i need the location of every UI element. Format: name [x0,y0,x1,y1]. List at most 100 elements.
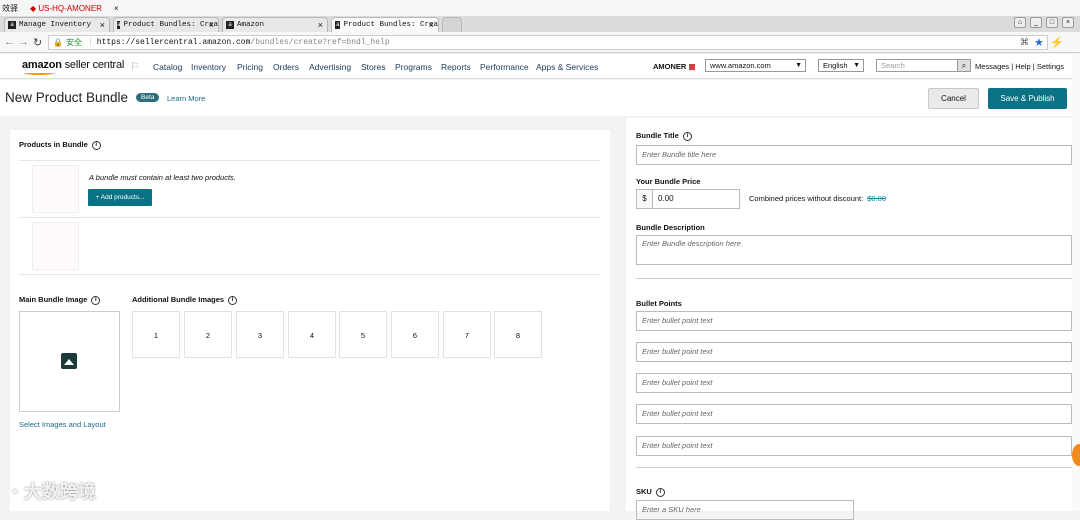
image-slot-2[interactable]: 2 [184,311,232,358]
close-icon[interactable]: × [209,20,214,30]
flag-icon[interactable]: ⚐ [130,60,140,73]
bullet-point-input-1[interactable]: Enter bullet point text [636,311,1072,331]
nav-orders[interactable]: Orders [273,62,299,72]
combined-price: Combined prices without discount: $0.00 [749,194,886,203]
image-slot-5[interactable]: 5 [339,311,387,358]
info-icon[interactable]: i [91,295,101,305]
placeholder: Enter bullet point text [642,378,713,387]
product-thumbnail [32,165,79,213]
bundle-title-input[interactable]: Enter Bundle title here [636,145,1072,165]
browser-tab[interactable]: a Amazon × [222,17,328,32]
sku-input[interactable]: Enter a SKU here [636,500,854,520]
placeholder: Enter a SKU here [642,505,701,514]
nav-advertising[interactable]: Advertising [309,62,351,72]
bullet-point-input-5[interactable]: Enter bullet point text [636,436,1072,456]
image-slot-4[interactable]: 4 [288,311,336,358]
back-icon[interactable]: ← [4,36,15,48]
nav-stores[interactable]: Stores [361,62,386,72]
page-title: New Product Bundle [5,90,129,105]
chat-widget-icon[interactable] [1072,444,1080,466]
placeholder: Enter bullet point text [642,316,713,325]
products-in-bundle-label: Products in Bundle i [19,140,101,150]
nav-pricing[interactable]: Pricing [237,62,263,72]
extension-icon[interactable]: ⚡ [1050,36,1064,49]
restore-icon[interactable]: □ [1046,17,1058,28]
bullet-point-input-3[interactable]: Enter bullet point text [636,373,1072,393]
label-text: SKU [636,487,652,496]
browser-tab[interactable]: a Product Bundles: Crea × [113,17,219,32]
image-slot-7[interactable]: 7 [443,311,491,358]
label-text: Bundle Title [636,131,679,140]
add-products-button[interactable]: + Add products... [88,189,152,206]
placeholder: Enter bullet point text [642,409,713,418]
bundle-details-panel: Bundle Title i Enter Bundle title here Yo… [626,118,1080,520]
lock-icon: 🔒 [53,38,63,48]
bookmark-item[interactable]: 效驿 [2,3,18,14]
marketplace-value: www.amazon.com [710,61,771,70]
forward-icon[interactable]: → [18,36,29,48]
main-bundle-image-label: Main Bundle Image i [19,295,101,305]
marketplace-select[interactable]: www.amazon.com ▼ [705,59,806,72]
placeholder: Enter bullet point text [642,441,713,450]
browser-tab-active[interactable]: a Product Bundles: Crea × [331,17,439,32]
new-tab-button[interactable] [442,17,462,32]
nav-catalog[interactable]: Catalog [153,62,182,72]
divider [19,217,600,218]
bullet-point-input-4[interactable]: Enter bullet point text [636,404,1072,424]
close-icon[interactable]: × [318,20,323,30]
store-label: AMONER [653,62,687,71]
close-icon[interactable]: × [100,20,105,30]
bundle-price-input[interactable]: 0.00 [652,189,740,209]
bundle-title-label: Bundle Title i [636,131,692,141]
url-host: https://sellercentral.amazon.com [96,38,251,47]
cancel-button[interactable]: Cancel [928,88,979,109]
browser-tab[interactable]: a Manage Inventory × [4,17,110,32]
nav-performance[interactable]: Performance [480,62,529,72]
close-icon[interactable]: × [114,4,119,13]
chevron-down-icon: ▼ [795,62,802,69]
bookmark-item[interactable]: ◆ US-HQ-AMONER [30,4,102,13]
reload-icon[interactable]: ↻ [33,36,42,49]
bundle-price-label: Your Bundle Price [636,177,701,186]
header-links[interactable]: Messages | Help | Settings [975,62,1064,71]
info-icon[interactable]: i [655,487,665,497]
scrollbar[interactable] [1072,54,1080,511]
search-icon[interactable]: ⌕ [957,59,971,72]
divider [636,467,1072,468]
placeholder: Enter Bundle title here [642,150,717,159]
close-icon[interactable]: × [429,20,434,30]
user-icon[interactable]: ⌂ [1014,17,1026,28]
close-icon[interactable]: × [1062,17,1074,28]
language-select[interactable]: English ▼ [818,59,864,72]
save-publish-button[interactable]: Save & Publish [988,88,1067,109]
image-slot-3[interactable]: 3 [236,311,284,358]
seller-central-logo[interactable]: amazon seller central [22,59,124,75]
learn-more-link[interactable]: Learn More [167,94,205,103]
bullet-point-input-2[interactable]: Enter bullet point text [636,342,1072,362]
nav-inventory[interactable]: Inventory [191,62,226,72]
info-icon[interactable]: i [682,131,692,141]
minimize-icon[interactable]: _ [1030,17,1042,28]
nav-programs[interactable]: Programs [395,62,432,72]
star-icon[interactable]: ★ [1034,36,1044,49]
nav-reports[interactable]: Reports [441,62,471,72]
info-icon[interactable]: i [91,140,101,150]
bundle-description-textarea[interactable]: Enter Bundle description here [636,235,1072,265]
tab-label: Product Bundles: Crea [123,21,218,29]
search-input[interactable]: Search [876,59,958,72]
url-input[interactable]: 🔒 安全 | https://sellercentral.amazon.com … [48,35,1048,50]
products-panel: Products in Bundle i A bundle must contai… [10,130,610,511]
select-images-link[interactable]: Select Images and Layout [19,420,106,429]
nav-apps-services[interactable]: Apps & Services [536,62,598,72]
image-slot-1[interactable]: 1 [132,311,180,358]
image-slot-8[interactable]: 8 [494,311,542,358]
logo-amazon: amazon [22,59,62,71]
tab-strip: a Manage Inventory × a Product Bundles: … [0,16,1080,32]
product-thumbnail [32,222,79,270]
translate-icon[interactable]: ⌘ [1020,37,1029,48]
divider [19,274,600,275]
tab-label: Product Bundles: Crea [343,21,438,29]
image-slot-6[interactable]: 6 [391,311,439,358]
store-name[interactable]: AMONER ▦ [653,62,696,71]
info-icon[interactable]: i [228,295,238,305]
